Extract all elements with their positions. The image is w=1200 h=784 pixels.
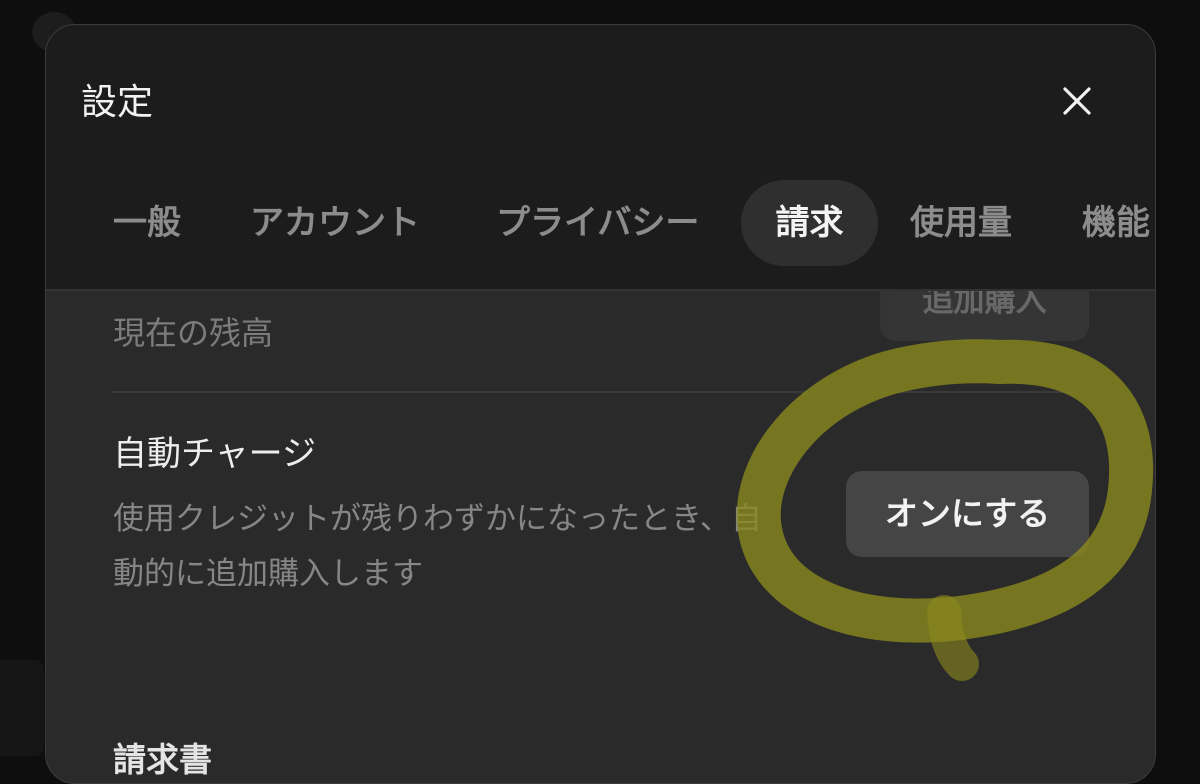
billing-panel: 追加購入 現在の残高 自動チャージ 使用クレジットが残りわずかになったとき、自動… — [46, 249, 1155, 783]
auto-charge-title: 自動チャージ — [113, 434, 316, 474]
settings-tabs: 一般 アカウント プライバシー 請求 使用量 機能 — [46, 180, 1155, 266]
close-icon — [1063, 87, 1091, 115]
current-balance-label: 現在の残高 — [113, 314, 274, 352]
tab-billing[interactable]: 請求 — [741, 180, 878, 266]
settings-dialog: 追加購入 現在の残高 自動チャージ 使用クレジットが残りわずかになったとき、自動… — [45, 24, 1156, 784]
dialog-header: 設定 一般 アカウント プライバシー 請求 使用量 機能 — [46, 25, 1155, 291]
dialog-title: 設定 — [81, 82, 154, 123]
turn-on-auto-charge-button[interactable]: オンにする — [846, 471, 1089, 557]
section-divider — [113, 391, 1089, 393]
close-button[interactable] — [1057, 81, 1097, 121]
tab-features[interactable]: 機能 — [1082, 180, 1150, 266]
tab-general[interactable]: 一般 — [113, 180, 181, 266]
auto-charge-description: 使用クレジットが残りわずかになったとき、自動的に追加購入します — [113, 501, 762, 592]
tab-account[interactable]: アカウント — [250, 180, 420, 266]
background-panel — [0, 660, 44, 756]
tab-privacy[interactable]: プライバシー — [496, 180, 699, 266]
invoices-heading: 請求書 — [113, 740, 212, 779]
tab-usage[interactable]: 使用量 — [910, 180, 1012, 266]
